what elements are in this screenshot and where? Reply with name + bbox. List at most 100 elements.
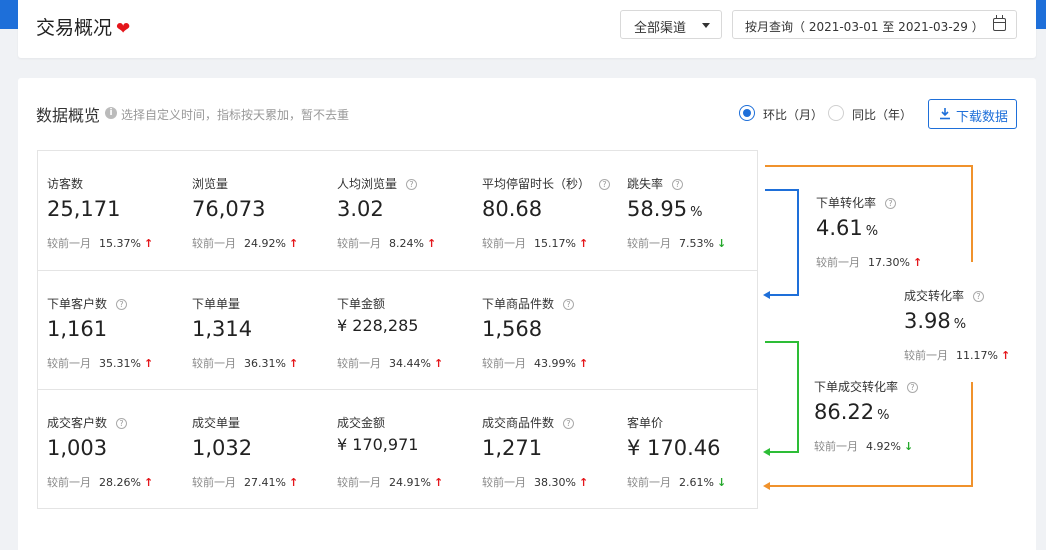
metric-per-capita: 人均浏览量? 3.02 较前一月 8.24% ↑ (328, 151, 473, 269)
metric-label: 成交单量 (192, 416, 241, 430)
metric-compare: 较前一月 4.92% ↓ (814, 440, 914, 453)
arrow-up-icon: ↑ (578, 357, 589, 370)
help-icon[interactable]: ? (599, 179, 611, 190)
help-icon[interactable]: ? (563, 418, 575, 429)
channel-select[interactable]: 全部渠道 (620, 10, 722, 39)
metric-value: ¥ 228,285 (337, 316, 419, 335)
heart-icon: ❤ (116, 19, 131, 39)
metric-value: 3.02 (337, 197, 384, 221)
metric-compare: 较前一月 15.37% ↑ (47, 237, 154, 250)
arrow-up-icon: ↑ (578, 237, 589, 250)
right-blue-edge (1036, 0, 1046, 29)
metric-label: 浏览量 (192, 177, 229, 191)
help-icon[interactable]: ? (116, 299, 128, 310)
metric-label: 下单成交转化率? (814, 378, 919, 395)
metric-value: ¥ 170.46 (627, 436, 721, 460)
metric-value: 1,271 (482, 436, 543, 460)
metric-compare: 较前一月 15.17% ↑ (482, 237, 589, 250)
radio-mom-label[interactable]: 环比（月） (763, 106, 823, 123)
page-title: 交易概况 ❤ (36, 17, 131, 39)
metric-value: 1,032 (192, 436, 253, 460)
section-title: 数据概览 (36, 106, 101, 125)
arrow-up-icon: ↑ (426, 237, 437, 250)
help-icon[interactable]: ? (563, 299, 575, 310)
left-blue-edge (0, 0, 18, 29)
metrics-grid: 访客数 25,171 较前一月 15.37% ↑ 浏览量 76,073 较前一月 24… (37, 150, 758, 509)
metric-label: 下单转化率? (816, 194, 897, 211)
help-icon[interactable]: ? (885, 198, 897, 209)
metric-value: 80.68 (482, 197, 543, 221)
metric-avg-stay: 平均停留时长（秒）? 80.68 较前一月 15.17% ↑ (473, 151, 618, 269)
metric-label: 下单商品件数? (482, 295, 575, 312)
overview-card: 数据概览 i 选择自定义时间，指标按天累加，暂不去重 环比（月） 同比（年） 下… (18, 78, 1036, 550)
metric-value: 25,171 (47, 197, 121, 221)
calendar-icon (993, 15, 1006, 31)
metric-compare: 较前一月 2.61% ↓ (627, 476, 727, 489)
arrow-down-icon: ↓ (903, 440, 914, 453)
arrow-up-icon: ↑ (1000, 349, 1011, 362)
metric-bounce: 跳失率? 58.95% 较前一月 7.53% ↓ (618, 151, 763, 269)
metric-compare: 较前一月 27.41% ↑ (192, 476, 299, 489)
metric-deal-customers: 成交客户数? 1,003 较前一月 28.26% ↑ (38, 390, 183, 508)
arrow-up-icon: ↑ (288, 357, 299, 370)
arrow-up-icon: ↑ (288, 237, 299, 250)
help-icon[interactable]: ? (672, 179, 684, 190)
metric-label: 下单金额 (337, 297, 386, 311)
metric-compare: 较前一月 24.92% ↑ (192, 237, 299, 250)
help-icon[interactable]: ? (406, 179, 418, 190)
metric-visitors: 访客数 25,171 较前一月 15.37% ↑ (38, 151, 183, 269)
caret-down-icon (702, 23, 710, 28)
metric-compare: 较前一月 8.24% ↑ (337, 237, 437, 250)
section-hint: 选择自定义时间，指标按天累加，暂不去重 (121, 108, 350, 122)
radio-mom[interactable] (739, 105, 755, 121)
metrics-row-order: 下单客户数? 1,161 较前一月 35.31% ↑ 下单单量 1,314 较前一月… (38, 270, 757, 390)
metric-deal-items: 成交商品件数? 1,271 较前一月 38.30% ↑ (473, 390, 618, 508)
conversion-deal-rate: 成交转化率? 3.98% 较前一月 11.17% ↑ (904, 263, 1046, 363)
help-icon[interactable]: ? (116, 418, 128, 429)
download-button[interactable]: 下载数据 (928, 99, 1017, 129)
radio-yoy-label[interactable]: 同比（年） (852, 106, 912, 123)
conversion-order-rate: 下单转化率? 4.61% 较前一月 17.30% ↑ (816, 170, 966, 270)
metric-compare: 较前一月 36.31% ↑ (192, 357, 299, 370)
metric-label: 平均停留时长（秒）? (482, 175, 611, 192)
metric-order-amount: 下单金额 ¥ 228,285 较前一月 34.44% ↑ (328, 271, 473, 389)
help-icon[interactable]: ? (973, 291, 985, 302)
metric-value: 1,003 (47, 436, 108, 460)
radio-yoy[interactable] (828, 105, 844, 121)
metric-compare: 较前一月 28.26% ↑ (47, 476, 154, 489)
metric-value: 4.61% (816, 216, 879, 240)
metric-label: 人均浏览量? (337, 175, 418, 192)
metrics-row-traffic: 访客数 25,171 较前一月 15.37% ↑ 浏览量 76,073 较前一月 24… (38, 151, 757, 271)
arrow-down-icon: ↓ (716, 237, 727, 250)
arrow-down-icon: ↓ (716, 476, 727, 489)
metric-label: 下单单量 (192, 297, 241, 311)
arrow-up-icon: ↑ (433, 357, 444, 370)
info-icon: i (105, 107, 117, 119)
metric-value: 1,161 (47, 317, 108, 341)
metric-label: 成交客户数? (47, 414, 128, 431)
metrics-row-deal: 成交客户数? 1,003 较前一月 28.26% ↑ 成交单量 1,032 较前一月… (38, 389, 757, 509)
metric-value: 86.22% (814, 400, 890, 424)
metric-label: 成交商品件数? (482, 414, 575, 431)
download-icon (940, 108, 950, 120)
metric-label: 成交转化率? (904, 287, 985, 304)
metric-order-count: 下单单量 1,314 较前一月 36.31% ↑ (183, 271, 328, 389)
metric-compare: 较前一月 24.91% ↑ (337, 476, 444, 489)
metric-deal-count: 成交单量 1,032 较前一月 27.41% ↑ (183, 390, 328, 508)
metric-value: 1,314 (192, 317, 253, 341)
metric-compare: 较前一月 38.30% ↑ (482, 476, 589, 489)
help-icon[interactable]: ? (907, 382, 919, 393)
metric-compare: 较前一月 35.31% ↑ (47, 357, 154, 370)
metric-label: 成交金额 (337, 416, 386, 430)
header-card: 交易概况 ❤ 全部渠道 按月查询（ 2021-03-01 至 2021-03-29… (18, 0, 1036, 58)
arrow-up-icon: ↑ (578, 476, 589, 489)
arrow-up-icon: ↑ (143, 237, 154, 250)
arrow-up-icon: ↑ (143, 357, 154, 370)
metric-label: 下单客户数? (47, 295, 128, 312)
conversion-order-deal-rate: 下单成交转化率? 86.22% 较前一月 4.92% ↓ (814, 354, 964, 454)
metric-label: 跳失率? (627, 175, 684, 192)
metric-compare: 较前一月 34.44% ↑ (337, 357, 444, 370)
metric-value: 1,568 (482, 317, 543, 341)
date-range-picker[interactable]: 按月查询（ 2021-03-01 至 2021-03-29 ） (732, 10, 1017, 39)
metric-value: 58.95% (627, 197, 703, 221)
